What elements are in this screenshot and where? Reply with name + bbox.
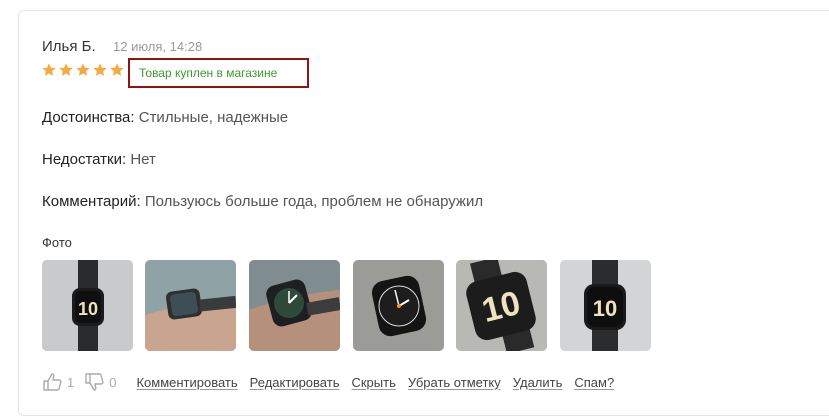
pros-field: Достоинства: Стильные, надежные — [42, 109, 288, 126]
svg-text:10: 10 — [593, 296, 617, 321]
star-icon — [110, 63, 124, 76]
photo-thumbnail-3[interactable] — [249, 260, 340, 351]
photos-label: Фото — [42, 235, 72, 250]
photo-thumbnail-1[interactable]: 10 — [42, 260, 133, 351]
comment-link[interactable]: Комментировать — [136, 375, 237, 390]
review-date: 12 июля, 14:28 — [113, 39, 203, 54]
svg-text:10: 10 — [78, 299, 98, 319]
review-author: Илья Б. — [42, 38, 96, 55]
hide-link[interactable]: Скрыть — [351, 375, 395, 390]
photo-thumbnail-6[interactable]: 10 — [560, 260, 651, 351]
comment-label: Комментарий: — [42, 193, 141, 210]
cons-value: Нет — [130, 151, 156, 168]
watch-photo-icon — [249, 260, 340, 351]
review-actions: 1 0 Комментировать Редактировать Скрыть … — [42, 372, 614, 392]
thumbs-up-icon — [43, 373, 62, 391]
dislike-count: 0 — [109, 374, 117, 390]
star-icon — [76, 63, 90, 76]
star-icon — [93, 63, 107, 76]
watch-photo-icon — [145, 260, 236, 351]
watch-photo-icon: 10 — [456, 260, 547, 351]
like-count: 1 — [67, 374, 75, 390]
comment-value: Пользуюсь больше года, проблем не обнару… — [144, 193, 484, 210]
photo-thumbnail-5[interactable]: 10 — [456, 260, 547, 351]
photo-thumbnail-4[interactable] — [353, 260, 444, 351]
pros-label: Достоинства: — [42, 109, 135, 126]
star-icon — [42, 63, 56, 76]
star-icon — [59, 63, 73, 76]
spam-link[interactable]: Спам? — [574, 375, 614, 390]
like-button[interactable]: 1 — [42, 372, 74, 392]
cons-label: Недостатки: — [42, 151, 127, 168]
rating-stars — [41, 62, 125, 78]
pros-value: Стильные, надежные — [138, 109, 289, 126]
watch-photo-icon: 10 — [42, 260, 133, 351]
comment-field: Комментарий: Пользуюсь больше года, проб… — [42, 193, 483, 210]
watch-photo-icon — [353, 260, 444, 351]
photo-thumbnail-2[interactable] — [145, 260, 236, 351]
dislike-button[interactable]: 0 — [84, 372, 116, 392]
watch-photo-icon: 10 — [560, 260, 651, 351]
edit-link[interactable]: Редактировать — [250, 375, 340, 390]
action-links: Комментировать Редактировать Скрыть Убра… — [136, 375, 614, 390]
unmark-link[interactable]: Убрать отметку — [408, 375, 501, 390]
delete-link[interactable]: Удалить — [513, 375, 563, 390]
cons-field: Недостатки: Нет — [42, 151, 156, 168]
purchased-badge: Товар куплен в магазине — [128, 58, 309, 88]
thumbs-down-icon — [85, 373, 104, 391]
